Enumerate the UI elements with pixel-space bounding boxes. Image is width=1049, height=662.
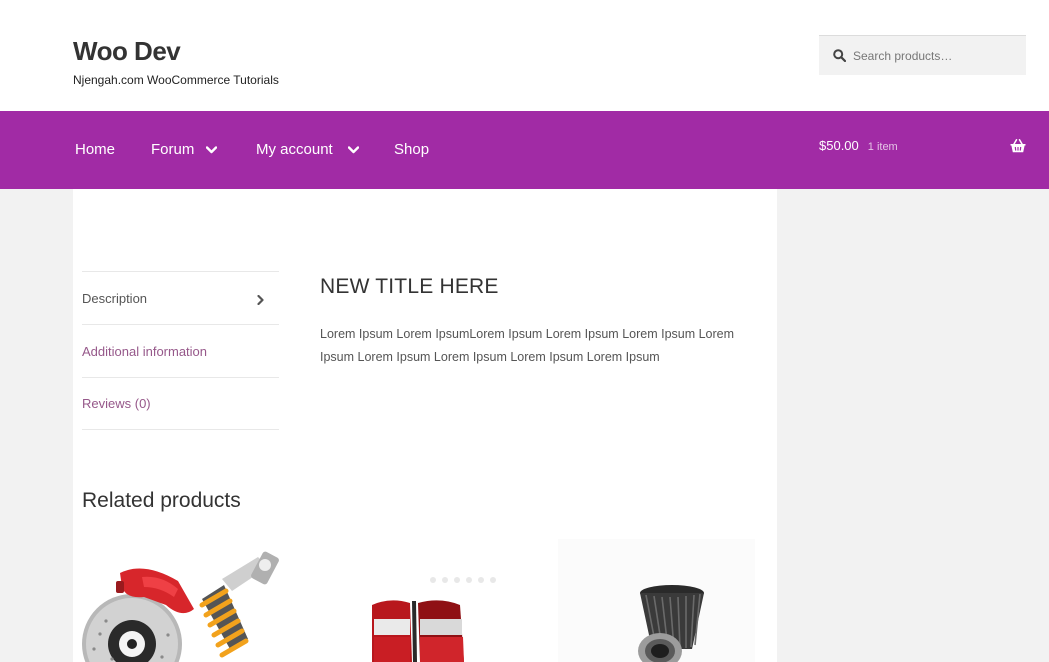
tab-description[interactable]: Description (82, 271, 279, 324)
chevron-right-icon (257, 293, 265, 306)
search-box[interactable] (819, 35, 1026, 75)
product-tabs: Description Additional information Revie… (82, 271, 279, 430)
tail-lights-image (372, 577, 496, 662)
related-product-tail-lights-image[interactable] (320, 539, 517, 662)
product-content: Description Additional information Revie… (73, 189, 777, 662)
nav-item-label: My account (256, 141, 333, 158)
tab-panel-title: NEW TITLE HERE (320, 275, 499, 298)
related-products-heading: Related products (82, 489, 241, 512)
nav-item-label: Shop (394, 141, 430, 158)
nav-item-shop[interactable]: Shop (394, 141, 429, 158)
site-header: Woo Dev Njengah.com WooCommerce Tutorial… (0, 0, 1049, 111)
brake-disc-shock-absorber-image (82, 551, 279, 662)
tab-additional-information[interactable]: Additional information (82, 324, 279, 377)
air-filter-image (558, 539, 755, 662)
nav-item-label: Forum (151, 141, 195, 158)
nav-item-label: Home (75, 141, 116, 158)
nav-item-forum[interactable]: Forum (151, 141, 218, 158)
cart-count: 1 item (867, 141, 898, 153)
chevron-down-icon (347, 145, 360, 155)
site-tagline: Njengah.com WooCommerce Tutorials (73, 73, 279, 87)
search-input[interactable] (853, 48, 1013, 63)
tab-label: Description (82, 290, 148, 306)
site-title[interactable]: Woo Dev (73, 36, 181, 67)
cart-total: $50.00 (819, 138, 859, 153)
tab-label: Reviews (0) (82, 396, 151, 411)
related-product-brake-image[interactable] (82, 539, 279, 662)
related-product-air-filter-image[interactable] (558, 539, 755, 662)
tab-reviews[interactable]: Reviews (0) (82, 377, 279, 430)
tab-label: Additional information (82, 343, 208, 359)
primary-navigation: Home Forum My account Shop $50.00 1 item (0, 111, 1049, 189)
nav-item-my-account[interactable]: My account (256, 141, 360, 158)
shopping-basket-icon[interactable] (1010, 139, 1026, 153)
cart-link[interactable]: $50.00 1 item (819, 138, 898, 153)
search-icon (833, 49, 847, 63)
nav-item-home[interactable]: Home (75, 141, 115, 158)
tab-panel-text: Lorem Ipsum Lorem IpsumLorem Ipsum Lorem… (320, 327, 735, 364)
chevron-down-icon (206, 145, 218, 155)
